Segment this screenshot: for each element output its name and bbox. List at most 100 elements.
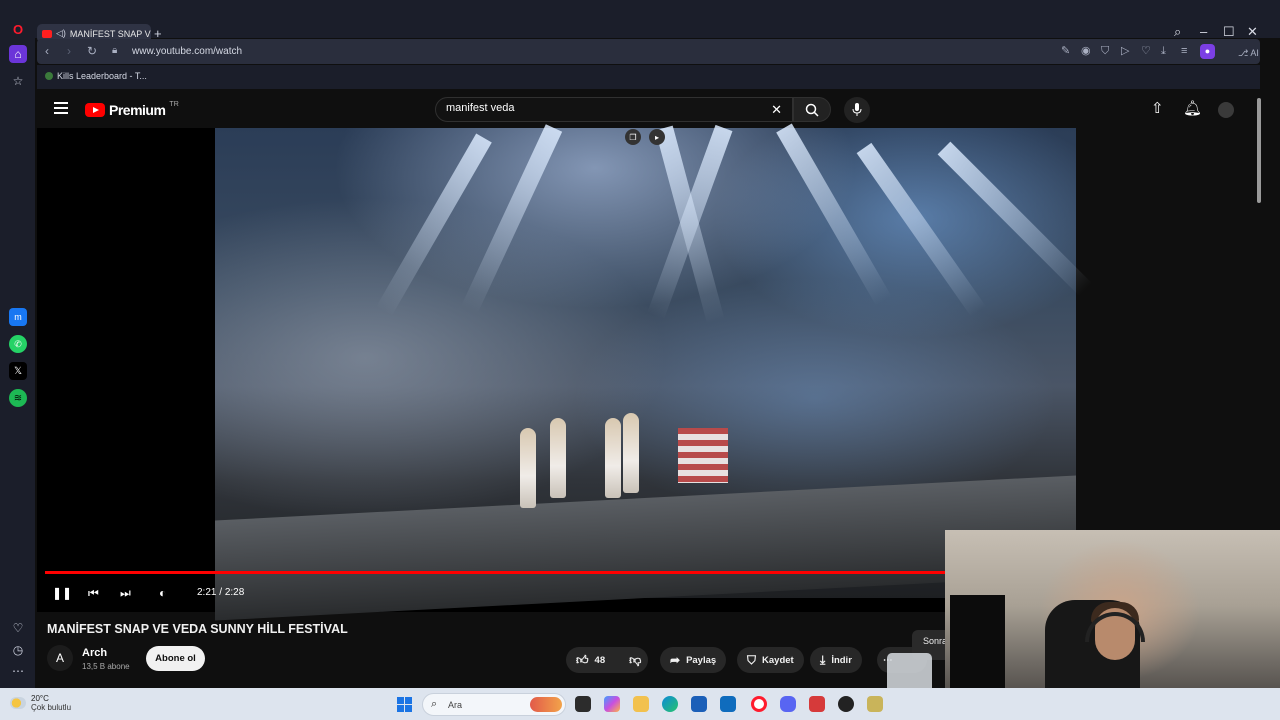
edge-icon[interactable] (662, 696, 678, 712)
video-frame[interactable]: ❐ ▸ (215, 123, 1092, 621)
store-icon[interactable] (691, 696, 707, 712)
flag-prop (678, 428, 728, 483)
cast-icon[interactable]: ▸ (649, 129, 665, 145)
history-icon[interactable]: ◷ (9, 641, 27, 659)
windows-start-icon[interactable] (397, 697, 412, 712)
menu-hamburger-icon[interactable] (54, 102, 68, 117)
youtube-favicon-icon (42, 29, 52, 38)
window-top-strip (0, 0, 1280, 10)
heart-icon[interactable]: ♡ (9, 619, 27, 637)
time-separator: / (219, 587, 223, 598)
microphone-icon (852, 103, 862, 116)
more-icon[interactable]: ⋯ (9, 662, 27, 680)
download-label: İndir (831, 654, 852, 666)
camera-icon[interactable]: ◉ (1081, 44, 1091, 58)
miniplayer-icon[interactable]: ❐ (625, 129, 641, 145)
spotify-icon[interactable]: ≋ (9, 389, 27, 407)
browser-sidebar: O ⌂ ☆ m ✆ 𝕏 ≋ ♡ ◷ ⋯ (0, 10, 35, 688)
volume-icon[interactable]: ◐ (159, 585, 166, 601)
play-icon[interactable]: ▷ (1121, 44, 1129, 58)
app-dark-icon[interactable] (838, 696, 854, 712)
search-input[interactable] (446, 102, 766, 114)
share-button[interactable]: ➦ Paylaş (660, 647, 727, 673)
share-label: Paylaş (686, 654, 717, 666)
tab-title: MANİFEST SNAP VE VEDA SUNNY HİLL FESTİVA… (69, 28, 151, 39)
save-label: Kaydet (762, 654, 794, 666)
x-twitter-icon[interactable]: 𝕏 (9, 362, 27, 380)
opera-taskbar-icon[interactable] (751, 696, 767, 712)
bookmark-icon: ⛉ (747, 652, 757, 667)
task-view-icon[interactable] (575, 696, 591, 712)
like-count[interactable]: 48 (595, 655, 606, 666)
outlook-icon[interactable] (720, 696, 736, 712)
home-icon[interactable]: ⌂ (9, 45, 27, 63)
like-dislike-group: 👍︎ 48 👎︎ (566, 647, 648, 673)
youtube-logo[interactable]: Premium TR (85, 100, 179, 118)
bookmark-label: Kills Leaderboard - T... (57, 71, 147, 81)
copilot-icon[interactable] (604, 696, 620, 712)
discord-icon[interactable] (780, 696, 796, 712)
clear-search-icon[interactable]: ✕ (771, 102, 782, 117)
profile-icon[interactable]: ● (1200, 44, 1215, 59)
close-window-button[interactable]: ✕ (1247, 25, 1258, 39)
video-player[interactable]: ❐ ▸ ❚❚ ⏮︎ ⏭︎ ◐ 2:21 / 2:28 (37, 123, 1245, 621)
lock-icon: 🔒︎ (112, 45, 118, 56)
subscriber-count: 13,5 B abone (82, 662, 130, 671)
time-current: 2:21 (197, 587, 217, 598)
next-button[interactable]: ⏭︎ (120, 585, 131, 601)
weather-condition: Çok bulutlu (31, 703, 72, 712)
address-bar: ‹ › ↻ 🔒︎ www.youtube.com/watch ✎ ◉ ⛉ ▷ ♡… (37, 39, 1260, 64)
page-scrollbar[interactable] (1257, 98, 1261, 203)
subscribe-button[interactable]: Abone ol (146, 646, 205, 671)
progress-fill (45, 571, 981, 574)
back-button[interactable]: ‹ (45, 44, 49, 58)
previous-button[interactable]: ⏮︎ (88, 585, 99, 601)
pinboard-icon[interactable]: ☆ (9, 72, 27, 90)
logo-region: TR (169, 100, 179, 108)
notifications-bell-icon[interactable]: 🔔︎ (1183, 100, 1202, 118)
logo-text: Premium (109, 102, 166, 118)
opera-logo-icon[interactable]: O (9, 20, 27, 38)
like-icon[interactable]: 👍︎ (576, 653, 589, 668)
tab-search-icon[interactable]: ⌕ (1174, 25, 1181, 39)
taskbar-search-placeholder: Ara (448, 700, 463, 710)
search-box: ✕ (435, 97, 793, 122)
menu-icon[interactable]: ≡ (1181, 44, 1187, 58)
search-button[interactable] (793, 97, 831, 122)
dislike-icon[interactable]: 👎︎ (629, 653, 641, 668)
taskbar-search[interactable]: ⌕ Ara (422, 693, 566, 716)
upload-icon[interactable]: ⇧ (1151, 100, 1164, 118)
pause-button[interactable]: ❚❚ (52, 585, 72, 601)
ai-button[interactable]: ⎇ AI (1238, 46, 1259, 60)
reload-button[interactable]: ↻ (87, 44, 97, 58)
windows-taskbar: 20°C Çok bulutlu ⌕ Ara (0, 688, 1280, 720)
temperature: 20°C (31, 694, 49, 703)
search-icon (805, 103, 819, 117)
url-text[interactable]: www.youtube.com/watch (132, 46, 242, 57)
forward-button[interactable]: › (67, 44, 71, 58)
app-yellow-icon[interactable] (867, 696, 883, 712)
minimize-button[interactable]: – (1200, 25, 1207, 39)
bookmark-item[interactable]: Kills Leaderboard - T... (45, 71, 147, 81)
ai-label: AI (1250, 48, 1259, 58)
time-display: 2:21 / 2:28 (197, 587, 244, 598)
messenger-icon[interactable]: m (9, 308, 27, 326)
edit-icon[interactable]: ✎ (1061, 44, 1070, 58)
file-explorer-icon[interactable] (633, 696, 649, 712)
save-button[interactable]: ⛉ Kaydet (737, 647, 804, 673)
weather-widget[interactable]: 20°C Çok bulutlu (10, 694, 71, 712)
heart-icon[interactable]: ♡ (1141, 44, 1151, 58)
account-avatar[interactable] (1218, 102, 1234, 118)
channel-avatar[interactable]: A (47, 645, 73, 671)
whatsapp-icon[interactable]: ✆ (9, 335, 27, 353)
shield-icon[interactable]: ⛉ (1101, 44, 1109, 58)
channel-name[interactable]: Arch (82, 647, 107, 659)
maximize-button[interactable]: ☐ (1223, 25, 1235, 39)
video-title: MANİFEST SNAP VE VEDA SUNNY HİLL FESTİVA… (47, 622, 348, 636)
download-icon[interactable]: ⤓ (1161, 44, 1166, 58)
cloudy-sun-icon (10, 697, 26, 709)
download-button[interactable]: ⤓ İndir (810, 647, 862, 673)
speaker-icon[interactable]: ◁) (56, 28, 66, 39)
voice-search-button[interactable] (844, 97, 870, 123)
app-red-icon[interactable] (809, 696, 825, 712)
